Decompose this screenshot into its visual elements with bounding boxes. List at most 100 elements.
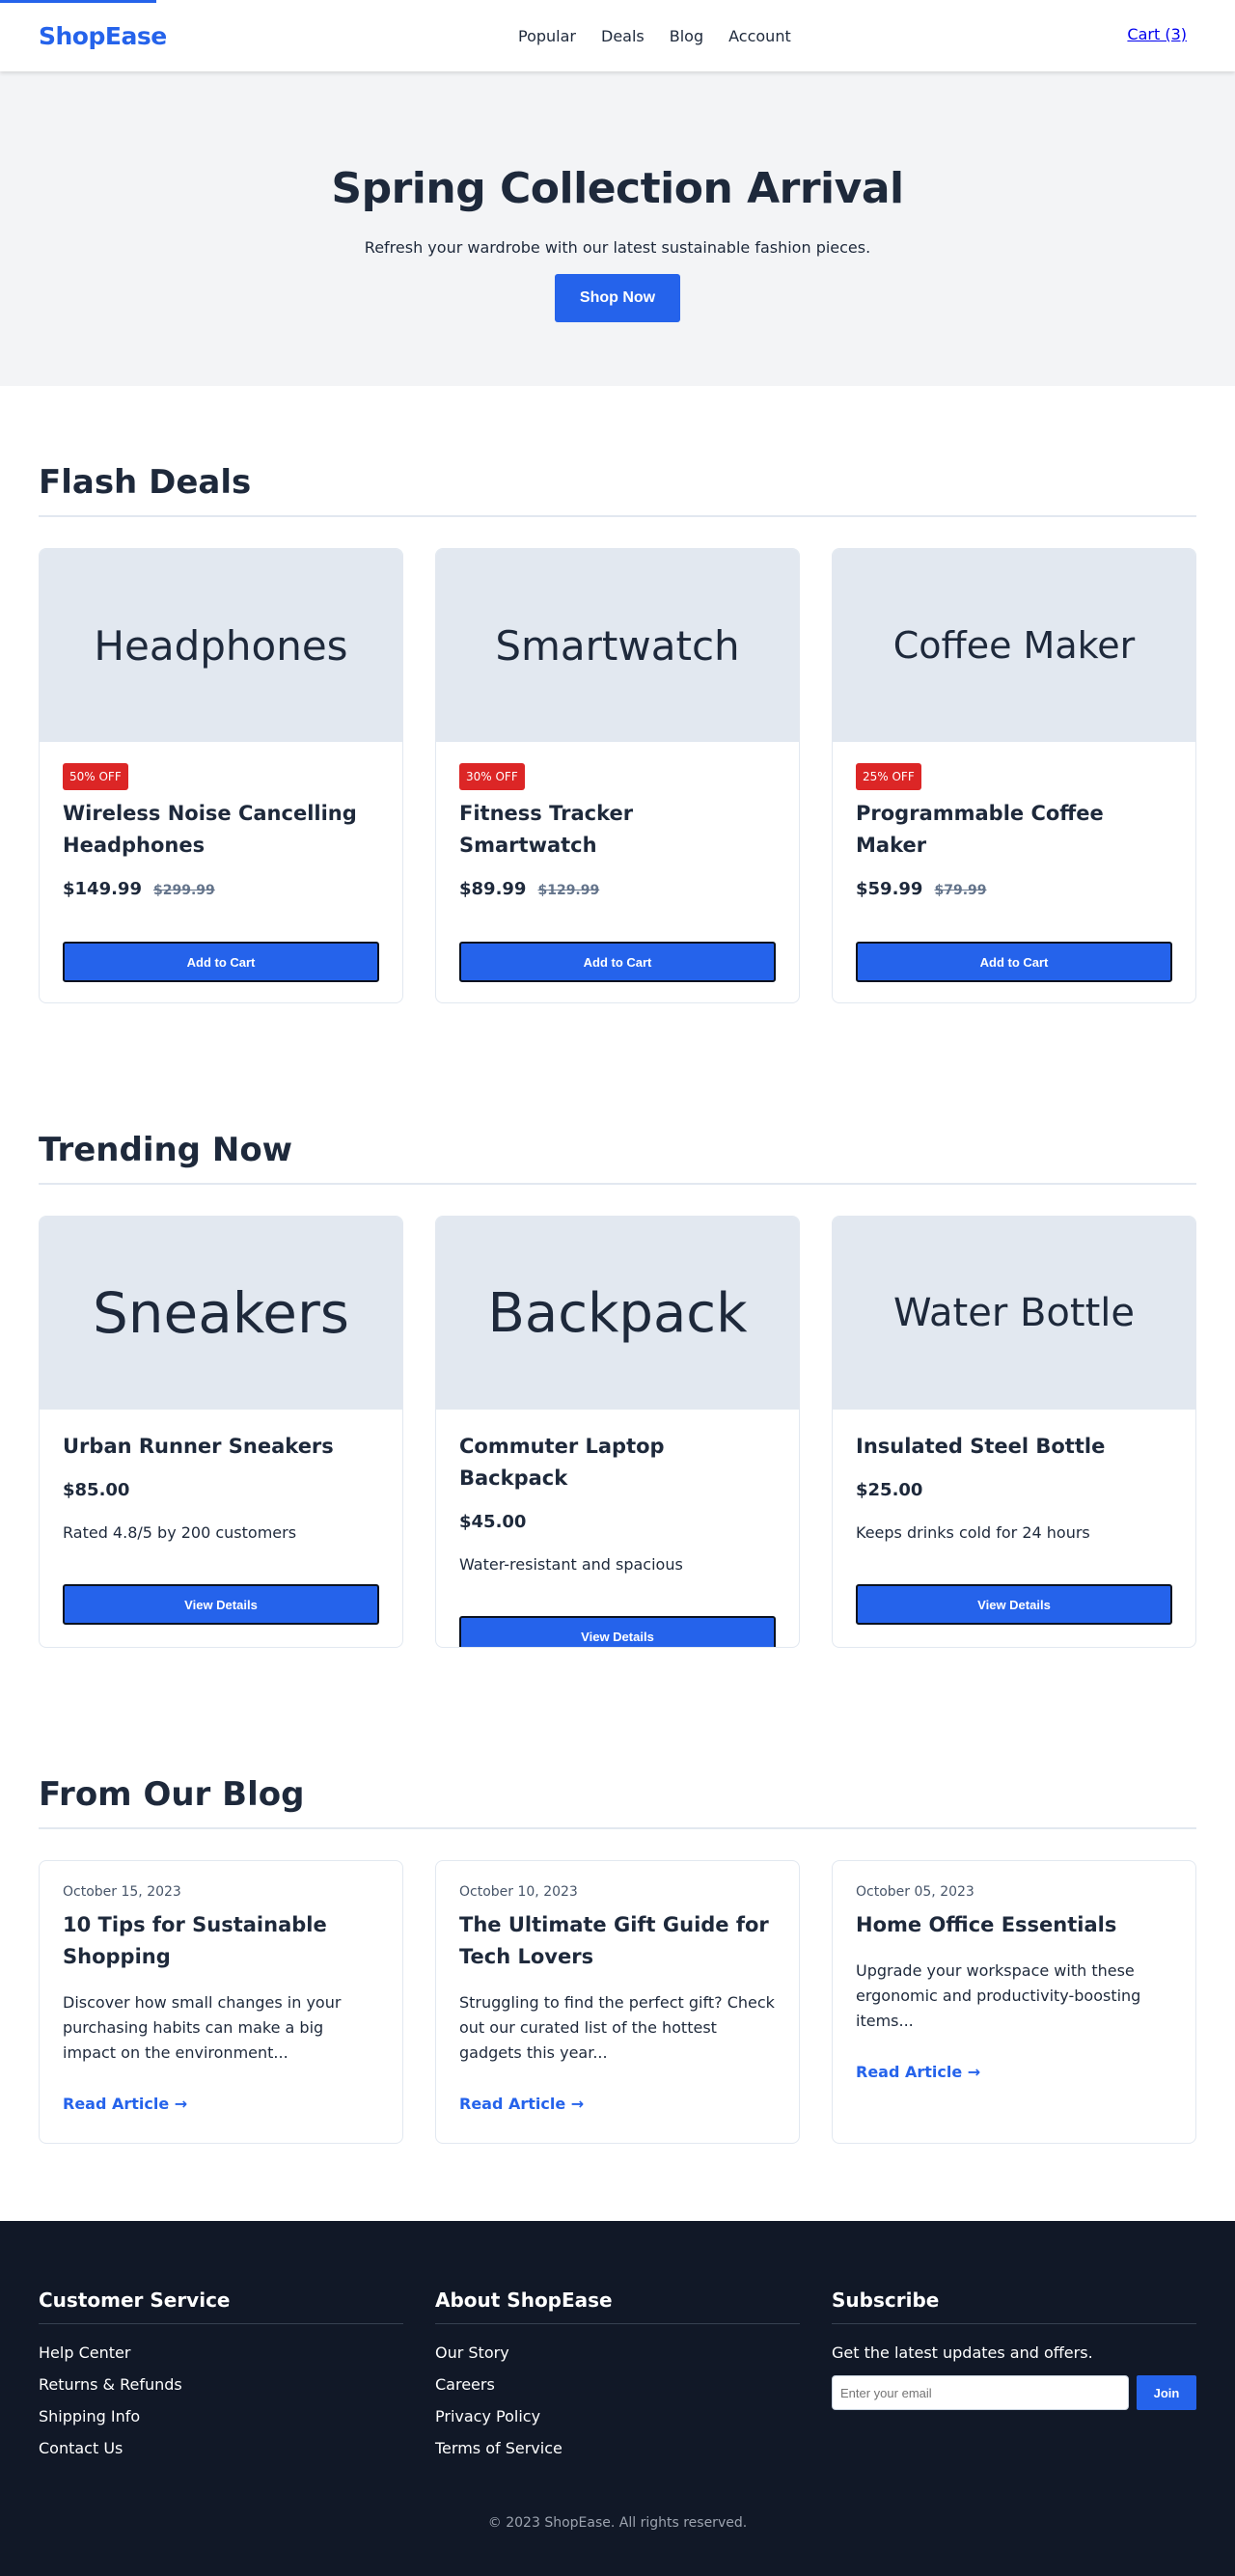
blog-excerpt: Struggling to find the perfect gift? Che… — [459, 1993, 775, 2062]
footer-link-contact[interactable]: Contact Us — [39, 2439, 123, 2457]
footer-column-about: About ShopEase Our Story Careers Privacy… — [435, 2288, 800, 2471]
nav-link-deals[interactable]: Deals — [601, 27, 645, 45]
footer-link-shipping[interactable]: Shipping Info — [39, 2407, 140, 2425]
product-title: Commuter Laptop Backpack — [459, 1435, 665, 1490]
shop-now-button[interactable]: Shop Now — [555, 274, 680, 322]
product-image-label: Headphones — [94, 621, 348, 670]
section-title: From Our Blog — [39, 1775, 1196, 1829]
blog-excerpt: Upgrade your workspace with these ergono… — [856, 1961, 1141, 2030]
product-card: Water Bottle Insulated Steel Bottle $25.… — [832, 1216, 1196, 1648]
blog-card: October 05, 2023 Home Office Essentials … — [832, 1860, 1196, 2144]
nav-link-blog[interactable]: Blog — [670, 27, 703, 45]
product-card: Backpack Commuter Laptop Backpack $45.00… — [435, 1216, 800, 1648]
section-title: Trending Now — [39, 1131, 1196, 1185]
subscribe-form: Join — [832, 2375, 1196, 2410]
blog-excerpt: Discover how small changes in your purch… — [63, 1993, 342, 2062]
blog-date: October 05, 2023 — [856, 1884, 974, 1900]
subscribe-text: Get the latest updates and offers. — [832, 2343, 1093, 2362]
blog-title: The Ultimate Gift Guide for Tech Lovers — [459, 1913, 769, 1968]
product-image-label: Smartwatch — [495, 621, 740, 670]
join-button[interactable]: Join — [1137, 2375, 1196, 2410]
product-card: Headphones 50% OFF Wireless Noise Cancel… — [39, 548, 403, 1003]
product-description: Keeps drinks cold for 24 hours — [856, 1523, 1090, 1542]
product-price: $89.99 — [459, 879, 527, 899]
product-title: Wireless Noise Cancelling Headphones — [63, 802, 357, 857]
product-description: Rated 4.8/5 by 200 customers — [63, 1523, 297, 1542]
footer-link-help-center[interactable]: Help Center — [39, 2343, 130, 2362]
product-image-placeholder: Water Bottle — [833, 1217, 1195, 1410]
flash-deals-section: Flash Deals Headphones 50% OFF Wireless … — [0, 463, 1235, 1003]
add-to-cart-button[interactable]: Add to Cart — [63, 942, 379, 982]
blog-title: 10 Tips for Sustainable Shopping — [63, 1913, 327, 1968]
blog-grid: October 15, 2023 10 Tips for Sustainable… — [39, 1860, 1196, 2144]
hero-banner: Spring Collection Arrival Refresh your w… — [0, 71, 1235, 386]
product-image-label: Backpack — [487, 1281, 748, 1345]
product-card: Sneakers Urban Runner Sneakers $85.00 Ra… — [39, 1216, 403, 1648]
footer-link-returns[interactable]: Returns & Refunds — [39, 2375, 182, 2394]
product-price: $149.99 — [63, 879, 142, 899]
blog-title: Home Office Essentials — [856, 1913, 1117, 1936]
discount-badge: 25% OFF — [856, 763, 921, 790]
product-card: Coffee Maker 25% OFF Programmable Coffee… — [832, 548, 1196, 1003]
read-article-link[interactable]: Read Article → — [63, 2095, 187, 2113]
hero-subtitle: Refresh your wardrobe with our latest su… — [364, 238, 871, 257]
product-image-placeholder: Coffee Maker — [833, 549, 1195, 742]
footer-column-subscribe: Subscribe Get the latest updates and off… — [832, 2288, 1196, 2471]
footer-link-terms[interactable]: Terms of Service — [435, 2439, 563, 2457]
trending-grid: Sneakers Urban Runner Sneakers $85.00 Ra… — [39, 1216, 1196, 1648]
footer-link-our-story[interactable]: Our Story — [435, 2343, 509, 2362]
product-title: Fitness Tracker Smartwatch — [459, 802, 634, 857]
hero-title: Spring Collection Arrival — [331, 164, 904, 213]
product-card: Smartwatch 30% OFF Fitness Tracker Smart… — [435, 548, 800, 1003]
footer-heading: Subscribe — [832, 2288, 1196, 2324]
footer-link-privacy[interactable]: Privacy Policy — [435, 2407, 540, 2425]
view-details-button[interactable]: View Details — [459, 1616, 776, 1647]
product-image-label: Coffee Maker — [892, 624, 1136, 667]
main-nav: Popular Deals Blog Account — [518, 0, 816, 71]
original-price: $129.99 — [537, 883, 600, 898]
product-image-placeholder: Backpack — [436, 1217, 799, 1410]
blog-section: From Our Blog October 15, 2023 10 Tips f… — [0, 1775, 1235, 2144]
product-image-placeholder: Sneakers — [40, 1217, 402, 1410]
footer-link-careers[interactable]: Careers — [435, 2375, 495, 2394]
product-title: Urban Runner Sneakers — [63, 1435, 334, 1458]
blog-date: October 15, 2023 — [63, 1884, 181, 1900]
section-title: Flash Deals — [39, 463, 1196, 517]
view-details-button[interactable]: View Details — [856, 1584, 1172, 1625]
product-image-placeholder: Headphones — [40, 549, 402, 742]
nav-link-account[interactable]: Account — [728, 27, 791, 45]
scroll-progress-bar — [0, 0, 156, 3]
copyright: © 2023 ShopEase. All rights reserved. — [487, 2515, 748, 2531]
discount-badge: 30% OFF — [459, 763, 525, 790]
product-price: $59.99 — [856, 879, 923, 899]
product-price: $85.00 — [63, 1480, 130, 1500]
blog-card: October 10, 2023 The Ultimate Gift Guide… — [435, 1860, 800, 2144]
email-input[interactable] — [832, 2375, 1129, 2410]
footer-heading: Customer Service — [39, 2288, 403, 2324]
product-price: $25.00 — [856, 1480, 923, 1500]
product-description: Water-resistant and spacious — [459, 1555, 683, 1574]
add-to-cart-button[interactable]: Add to Cart — [856, 942, 1172, 982]
discount-badge: 50% OFF — [63, 763, 128, 790]
site-footer: Customer Service Help Center Returns & R… — [0, 2221, 1235, 2576]
site-header: ShopEase Popular Deals Blog Account Cart… — [0, 0, 1235, 71]
add-to-cart-button[interactable]: Add to Cart — [459, 942, 776, 982]
blog-card: October 15, 2023 10 Tips for Sustainable… — [39, 1860, 403, 2144]
trending-section: Trending Now Sneakers Urban Runner Sneak… — [0, 1131, 1235, 1648]
product-image-label: Sneakers — [92, 1280, 350, 1346]
footer-heading: About ShopEase — [435, 2288, 800, 2324]
original-price: $299.99 — [152, 883, 215, 898]
flash-deals-grid: Headphones 50% OFF Wireless Noise Cancel… — [39, 548, 1196, 1003]
cart-link[interactable]: Cart (3) — [1127, 25, 1187, 43]
product-price: $45.00 — [459, 1512, 527, 1532]
product-image-placeholder: Smartwatch — [436, 549, 799, 742]
product-image-label: Water Bottle — [893, 1291, 1135, 1335]
logo[interactable]: ShopEase — [39, 22, 167, 50]
read-article-link[interactable]: Read Article → — [459, 2095, 584, 2113]
product-title: Programmable Coffee Maker — [856, 802, 1104, 857]
original-price: $79.99 — [934, 883, 987, 898]
footer-column-customer-service: Customer Service Help Center Returns & R… — [39, 2288, 403, 2471]
view-details-button[interactable]: View Details — [63, 1584, 379, 1625]
read-article-link[interactable]: Read Article → — [856, 2063, 980, 2081]
nav-link-popular[interactable]: Popular — [518, 27, 576, 45]
